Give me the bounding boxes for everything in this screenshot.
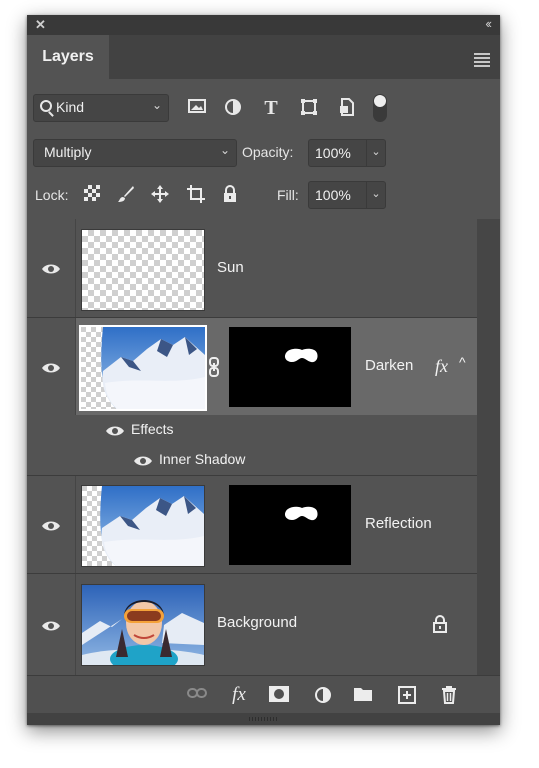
type-filter-icon[interactable]: T [261,98,281,118]
lock-transparent-pixels-icon[interactable] [83,185,101,203]
tab-layers[interactable]: Layers [27,35,109,79]
effects-row[interactable]: Effects [27,415,477,445]
search-icon [40,100,52,112]
opacity-value: 100% [315,145,351,161]
fx-indicator[interactable]: fx [435,356,448,377]
layer-name[interactable]: Sun [217,259,244,276]
eye-icon[interactable] [133,455,153,467]
layer-name[interactable]: Background [217,614,297,631]
visibility-column [27,415,75,445]
effect-name: Inner Shadow [159,451,246,467]
chevron-down-icon[interactable]: ⌄ [366,182,385,208]
layer-name[interactable]: Reflection [365,515,432,532]
add-mask-icon[interactable] [269,686,289,704]
filter-toggle[interactable] [373,94,387,122]
panel-menu-icon[interactable] [474,53,490,67]
chevron-down-icon[interactable]: ⌄ [366,140,385,166]
layers-bottom-bar: fx [27,675,500,714]
close-panel-button[interactable]: ✕ [35,17,46,33]
blend-mode-value: Multiply [44,144,92,160]
new-layer-icon[interactable] [397,686,417,704]
filter-kind-label: Kind [56,99,85,115]
fill-field[interactable]: 100% ⌄ [308,181,386,209]
chain-link-icon[interactable] [208,357,220,382]
layer-thumbnail [81,584,205,673]
effects-label: Effects [131,421,174,437]
lock-all-icon[interactable] [221,185,239,203]
new-adjustment-icon[interactable] [313,686,333,704]
shape-filter-icon[interactable] [299,98,319,118]
effect-inner-shadow-row[interactable]: Inner Shadow [27,445,477,475]
lock-label: Lock: [35,187,69,203]
layers-list: Sun Darken fx ^ Effects Inner Shadow Ref… [27,219,500,675]
filter-kind-select[interactable]: Kind ⌄ [33,94,169,122]
layer-row-reflection[interactable]: Reflection [27,476,477,573]
eye-icon[interactable] [41,620,61,632]
chevron-down-icon: ⌄ [219,143,230,157]
panel-titlebar: ✕ ‹‹ [27,15,500,35]
blend-mode-select[interactable]: Multiply ⌄ [33,139,237,167]
layer-row-background[interactable]: Background [27,574,477,675]
eye-icon[interactable] [105,425,125,437]
layer-thumbnail [81,485,205,567]
eye-icon[interactable] [41,263,61,275]
layer-row-darken[interactable]: Darken fx ^ [27,318,477,415]
adjustment-filter-icon[interactable] [223,98,243,118]
link-layers-icon[interactable] [187,686,207,704]
blend-row: Multiply ⌄ Opacity: 100% ⌄ [27,137,500,169]
lock-row: Lock: Fill: 100% ⌄ [27,179,500,213]
collapse-panel-button[interactable]: ‹‹ [485,16,492,31]
layer-thumbnail[interactable] [79,325,207,411]
smart-object-filter-icon[interactable] [337,98,357,118]
eye-icon[interactable] [41,520,61,532]
layers-panel: ✕ ‹‹ Layers Kind ⌄ T Multiply ⌄ Opacity:… [27,15,500,725]
layer-name[interactable]: Darken [365,357,413,374]
layer-mask-thumbnail[interactable] [229,485,351,565]
layers-scrollbar[interactable] [477,219,500,675]
chevron-down-icon: ⌄ [151,98,162,112]
new-group-icon[interactable] [353,686,373,704]
opacity-field[interactable]: 100% ⌄ [308,139,386,167]
image-filter-icon[interactable] [187,98,207,118]
lock-icon [433,615,447,637]
fill-label: Fill: [277,187,299,203]
fill-value: 100% [315,187,351,203]
panel-tab-row: Layers [27,35,500,79]
opacity-label: Opacity: [242,144,294,160]
layer-thumbnail [81,229,205,311]
delete-layer-icon[interactable] [439,686,459,704]
lock-image-pixels-icon[interactable] [117,185,135,203]
lock-position-icon[interactable] [151,185,169,203]
eye-icon[interactable] [41,362,61,374]
layer-filter-row: Kind ⌄ T [27,90,500,126]
fx-icon[interactable]: fx [229,685,249,704]
lock-artboard-icon[interactable] [187,185,205,203]
layer-mask-thumbnail[interactable] [229,327,351,407]
visibility-column [27,445,75,475]
chevron-up-icon[interactable]: ^ [459,354,466,370]
resize-grip[interactable] [27,713,500,725]
layer-row-sun[interactable]: Sun [27,219,477,317]
